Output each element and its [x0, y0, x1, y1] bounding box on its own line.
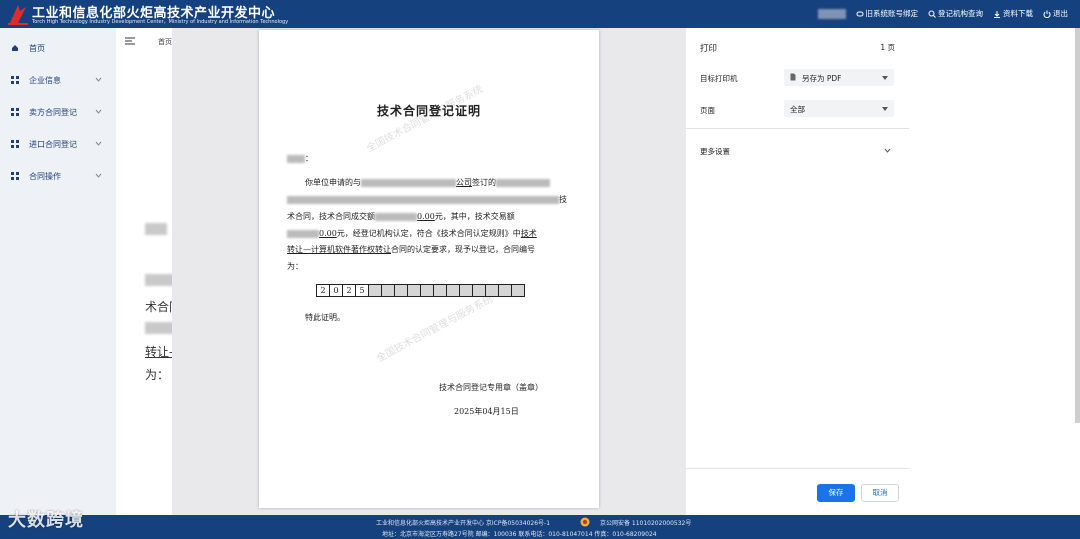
contract-digit [433, 284, 447, 297]
contract-digit [459, 284, 473, 297]
blurred-project-name [287, 196, 559, 204]
menu-toggle-icon[interactable] [125, 37, 135, 45]
tab-home[interactable]: 首页 [158, 37, 172, 47]
search-icon [928, 10, 936, 18]
file-icon [790, 73, 796, 81]
brand-watermark: 大数跨境 [8, 510, 84, 531]
contract-digit: 2 [342, 284, 356, 297]
certificate-title: 技术合同登记证明 [376, 104, 481, 118]
divider [686, 128, 909, 129]
sidebar: 首页 企业信息 卖方合同登记 进口合同登记 合同操作 [0, 28, 116, 515]
divider [686, 468, 909, 469]
blurred-text [145, 223, 167, 235]
sidebar-item-contract-ops[interactable]: 合同操作 [0, 167, 116, 185]
sidebar-item-label: 合同操作 [29, 172, 61, 181]
header-actions: 旧系统账号绑定 登记机构查询 资料下载 退出 [817, 8, 1068, 19]
pages-label: 页面 [700, 106, 715, 115]
sidebar-item-seller-contract[interactable]: 卖方合同登记 [0, 103, 116, 121]
bind-account-link[interactable]: 旧系统账号绑定 [856, 8, 918, 19]
link-icon [856, 11, 863, 16]
grid-icon [11, 140, 19, 148]
chevron-down-icon [95, 109, 102, 114]
certificate-seal-text: 技术合同登记专用章（盖章） [439, 383, 543, 392]
printer-label: 目标打印机 [700, 74, 738, 83]
sidebar-item-home[interactable]: 首页 [0, 39, 116, 57]
contract-digit [407, 284, 421, 297]
dropdown-arrow-icon [882, 107, 888, 111]
contract-digit [485, 284, 499, 297]
sidebar-item-company-info[interactable]: 企业信息 [0, 71, 116, 89]
home-icon [12, 45, 18, 51]
blurred-amount [287, 230, 319, 238]
grid-icon [11, 108, 19, 116]
certificate-line-2: 技 [287, 194, 567, 205]
header-subtitle: Torch High Technology Industry Developme… [32, 19, 289, 25]
contract-digit [381, 284, 395, 297]
watermark: 全国技术合同管理与服务系统 [374, 293, 495, 365]
background-text: 为： [145, 368, 170, 382]
print-preview-page: 全国技术合同管理与服务系统 全国技术合同管理与服务系统 全国技术合同管理与服务系… [259, 30, 599, 508]
contract-digit [511, 284, 525, 297]
blurred-project [496, 179, 550, 187]
certificate-salutation: ： [287, 153, 313, 164]
blurred-amount [375, 213, 417, 221]
police-badge-icon [580, 517, 590, 527]
footer: 工业和信息化部火炬高技术产业开发中心 京ICP备05034026号-1 京公网安… [0, 515, 1080, 539]
top-header: 工业和信息化部火炬高技术产业开发中心 Torch High Technology… [0, 0, 1080, 28]
grid-icon [11, 172, 19, 180]
download-icon [994, 10, 1000, 18]
certificate-line-1: 你单位申请的与 公司签订的 [305, 177, 550, 188]
power-icon [1043, 10, 1051, 18]
chevron-down-icon [95, 141, 102, 146]
contract-digit: 0 [329, 284, 343, 297]
sidebar-item-label: 卖方合同登记 [29, 108, 77, 117]
chevron-down-icon [95, 77, 102, 82]
dropdown-arrow-icon [882, 76, 888, 80]
more-settings-toggle[interactable]: 更多设置 [700, 146, 730, 157]
sidebar-item-label: 企业信息 [29, 76, 61, 85]
sidebar-item-import-contract[interactable]: 进口合同登记 [0, 135, 116, 153]
contract-digit: 2 [316, 284, 330, 297]
contract-digit [498, 284, 512, 297]
page-count: 1 页 [880, 43, 895, 52]
blurred-name [287, 155, 305, 163]
certificate-line-6: 为： [287, 262, 303, 271]
background-text: 转让- [145, 345, 174, 359]
blurred-text [145, 322, 175, 334]
user-name-blurred [817, 8, 846, 19]
footer-icp: 工业和信息化部火炬高技术产业开发中心 京ICP备05034026号-1 [376, 520, 551, 527]
footer-security: 京公网安备 11010202000532号 [600, 520, 692, 527]
torch-logo-icon [8, 5, 28, 25]
printer-select[interactable]: 另存为 PDF [784, 69, 894, 86]
contract-digit [368, 284, 382, 297]
certificate-line-3: 术合同，技术合同成交额 0.00元，其中，技术交易额 [287, 212, 515, 221]
chevron-down-icon[interactable] [884, 147, 891, 154]
print-title: 打印 [700, 44, 718, 54]
contract-number-boxes: 2 0 2 5 [316, 284, 525, 297]
search-agency-link[interactable]: 登记机构查询 [928, 8, 983, 19]
certificate-line-5: 转让—计算机软件著作权转让合同的认定要求，现予以登记，合同编号 [287, 245, 535, 254]
contract-digit: 5 [355, 284, 369, 297]
certificate-line-4: 0.00元，经登记机构认定，符合《技术合同认定规则》中技术 [287, 228, 537, 239]
page-scrollbar[interactable] [1075, 28, 1080, 423]
certificate-closing: 特此证明。 [305, 313, 345, 322]
grid-icon [11, 76, 19, 84]
contract-digit [420, 284, 434, 297]
contract-digit [394, 284, 408, 297]
cancel-button[interactable]: 取消 [861, 484, 899, 502]
save-button[interactable]: 保存 [817, 484, 855, 502]
download-link[interactable]: 资料下载 [993, 8, 1033, 19]
sidebar-item-label: 进口合同登记 [29, 140, 77, 149]
blurred-text [145, 274, 175, 286]
blurred-company [361, 179, 456, 187]
pages-select[interactable]: 全部 [784, 100, 894, 117]
certificate-date: 2025年04月15日 [454, 407, 519, 416]
footer-address: 地址：北京市海淀区万寿路27号院 邮编：100036 联系电话：010-8104… [382, 531, 657, 538]
print-settings-panel: 打印 1 页 目标打印机 另存为 PDF 页面 全部 更多设置 [686, 28, 909, 515]
sidebar-item-label: 首页 [29, 44, 45, 53]
chevron-down-icon [95, 173, 102, 178]
logout-link[interactable]: 退出 [1043, 8, 1068, 19]
contract-digit [446, 284, 460, 297]
contract-digit [472, 284, 486, 297]
